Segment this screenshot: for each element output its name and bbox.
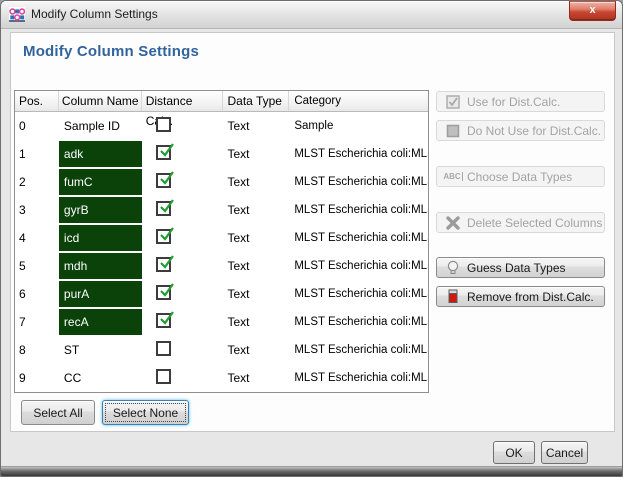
column-header-distance: Distance Calc.: [142, 91, 223, 111]
delete-x-icon: [445, 215, 461, 231]
distance-calc-checkbox[interactable]: [156, 117, 171, 132]
distance-calc-checkbox[interactable]: [156, 285, 171, 300]
category-cell: MLST Escherichia coli:MLST: [289, 260, 428, 272]
data-type-cell: Text: [223, 147, 290, 161]
category-cell: MLST Escherichia coli:MLST: [289, 148, 428, 160]
data-type-cell: Text: [223, 119, 290, 133]
data-type-cell: Text: [223, 287, 290, 301]
data-type-cell: Text: [223, 175, 290, 189]
remove-from-distcalc-button[interactable]: Remove from Dist.Calc.: [436, 286, 605, 307]
category-cell: MLST Escherichia coli:MLST: [289, 204, 428, 216]
table-body: 0 Sample ID Text Sample 1 adk Text MLST …: [15, 112, 428, 392]
column-header-pos: Pos.: [15, 91, 59, 111]
column-name-cell[interactable]: gyrB: [59, 197, 142, 223]
table-row[interactable]: 3 gyrB Text MLST Escherichia coli:MLST: [15, 196, 428, 224]
modify-column-settings-dialog: Modify Column Settings x Modify Column S…: [0, 0, 623, 477]
column-name-cell[interactable]: CC: [59, 365, 142, 391]
row-pos: 0: [15, 119, 59, 133]
table-row[interactable]: 9 CC Text MLST Escherichia coli:MLST: [15, 364, 428, 392]
table-row[interactable]: 1 adk Text MLST Escherichia coli:MLST: [15, 140, 428, 168]
guess-data-types-button[interactable]: Guess Data Types: [436, 257, 605, 278]
data-type-cell: Text: [223, 315, 290, 329]
row-pos: 9: [15, 371, 59, 385]
column-name-cell[interactable]: adk: [59, 141, 142, 167]
data-type-cell: Text: [223, 231, 290, 245]
cancel-button[interactable]: Cancel: [541, 441, 588, 464]
column-name-cell[interactable]: Sample ID: [59, 113, 142, 139]
side-button-label: Guess Data Types: [467, 261, 566, 275]
distance-calc-checkbox[interactable]: [156, 313, 171, 328]
window-title: Modify Column Settings: [31, 1, 158, 29]
select-all-button[interactable]: Select All: [21, 400, 95, 425]
row-pos: 3: [15, 203, 59, 217]
app-icon: [9, 7, 25, 23]
column-header-datatype: Data Type: [223, 91, 290, 111]
row-pos: 1: [15, 147, 59, 161]
category-cell: MLST Escherichia coli:MLST: [289, 288, 428, 300]
data-type-cell: Text: [223, 259, 290, 273]
row-pos: 2: [15, 175, 59, 189]
table-row[interactable]: 4 icd Text MLST Escherichia coli:MLST: [15, 224, 428, 252]
category-cell: MLST Escherichia coli:MLST: [289, 344, 428, 356]
use-for-distcalc-button[interactable]: Use for Dist.Calc.: [436, 91, 605, 112]
distance-calc-checkbox[interactable]: [156, 173, 171, 188]
page-title: Modify Column Settings: [23, 43, 199, 60]
table-row[interactable]: 2 fumC Text MLST Escherichia coli:MLST: [15, 168, 428, 196]
side-button-label: Use for Dist.Calc.: [467, 95, 560, 109]
data-type-cell: Text: [223, 343, 290, 357]
title-bar: Modify Column Settings x: [1, 1, 622, 29]
red-column-icon: [445, 289, 461, 305]
select-none-button[interactable]: Select None: [102, 400, 189, 425]
distance-calc-checkbox[interactable]: [156, 369, 171, 384]
category-cell: MLST Escherichia coli:MLST: [289, 232, 428, 244]
distance-calc-checkbox[interactable]: [156, 145, 171, 160]
table-row[interactable]: 5 mdh Text MLST Escherichia coli:MLST: [15, 252, 428, 280]
columns-table: Pos. Column Name Distance Calc. Data Typ…: [14, 90, 429, 393]
do-not-use-for-distcalc-button[interactable]: Do Not Use for Dist.Calc.: [436, 120, 605, 141]
category-cell: MLST Escherichia coli:MLST: [289, 316, 428, 328]
column-name-cell[interactable]: ST: [59, 337, 142, 363]
data-type-cell: Text: [223, 203, 290, 217]
row-pos: 6: [15, 287, 59, 301]
side-button-label: Choose Data Types: [467, 170, 572, 184]
window-bottom-frame: [1, 466, 622, 476]
column-name-cell[interactable]: recA: [59, 309, 142, 335]
filled-square-icon: [445, 123, 461, 139]
choose-data-types-button[interactable]: ABC Choose Data Types: [436, 166, 605, 187]
distance-calc-checkbox[interactable]: [156, 257, 171, 272]
column-name-cell[interactable]: icd: [59, 225, 142, 251]
table-row[interactable]: 6 purA Text MLST Escherichia coli:MLST: [15, 280, 428, 308]
category-cell: MLST Escherichia coli:MLST: [289, 176, 428, 188]
checked-checkbox-icon: [445, 94, 461, 110]
distance-calc-checkbox[interactable]: [156, 229, 171, 244]
row-pos: 5: [15, 259, 59, 273]
lightbulb-icon: [445, 260, 461, 276]
row-pos: 8: [15, 343, 59, 357]
table-header-row: Pos. Column Name Distance Calc. Data Typ…: [15, 91, 428, 112]
abc-cursor-icon: ABC: [445, 169, 461, 185]
column-header-name: Column Name: [59, 91, 142, 111]
column-name-cell[interactable]: fumC: [59, 169, 142, 195]
distance-calc-checkbox[interactable]: [156, 341, 171, 356]
side-button-label: Do Not Use for Dist.Calc.: [467, 124, 601, 138]
category-cell: Sample: [289, 120, 428, 132]
table-row[interactable]: 0 Sample ID Text Sample: [15, 112, 428, 140]
category-cell: MLST Escherichia coli:MLST: [289, 372, 428, 384]
side-button-label: Remove from Dist.Calc.: [467, 290, 594, 304]
column-header-category: Category: [289, 91, 428, 111]
column-name-cell[interactable]: mdh: [59, 253, 142, 279]
distance-calc-checkbox[interactable]: [156, 201, 171, 216]
row-pos: 4: [15, 231, 59, 245]
row-pos: 7: [15, 315, 59, 329]
ok-button[interactable]: OK: [493, 441, 535, 464]
data-type-cell: Text: [223, 371, 290, 385]
delete-selected-columns-button[interactable]: Delete Selected Columns: [436, 212, 605, 233]
table-row[interactable]: 8 ST Text MLST Escherichia coli:MLST: [15, 336, 428, 364]
column-name-cell[interactable]: purA: [59, 281, 142, 307]
close-button[interactable]: x: [569, 1, 616, 21]
side-button-label: Delete Selected Columns: [467, 216, 602, 230]
table-row[interactable]: 7 recA Text MLST Escherichia coli:MLST: [15, 308, 428, 336]
